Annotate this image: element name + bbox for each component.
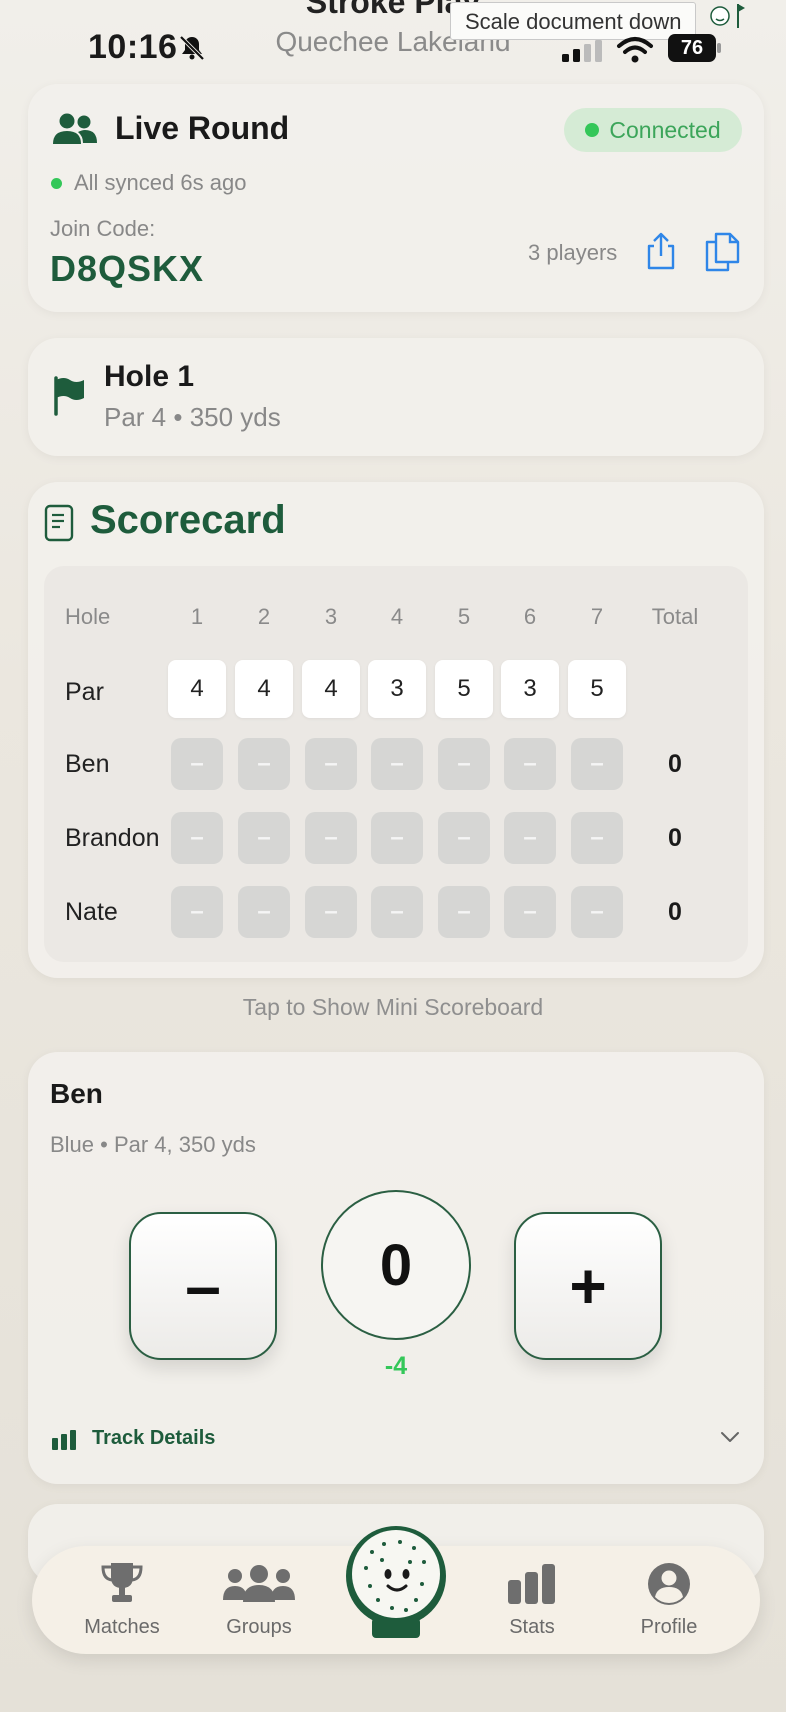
score-cell[interactable]: – [438,812,490,864]
par-cell: 3 [501,660,559,718]
score-cell[interactable]: – [504,886,556,938]
total-column-header: Total [651,604,699,629]
score-to-par: -4 [384,1352,408,1380]
score-cell[interactable]: – [571,886,623,938]
battery-level: 76 [680,37,704,59]
track-details-toggle[interactable]: Track Details [92,1427,215,1450]
live-round-title: Live Round [115,110,290,146]
par-cell: 5 [435,660,493,718]
join-code-label: Join Code: [50,216,156,241]
trophy-icon [101,1563,143,1602]
scorecard-icon [44,504,74,542]
tab-stats-label: Stats [509,1616,555,1638]
minus-label: – [185,1250,221,1322]
tab-groups-label: Groups [226,1616,292,1638]
player-name: Ben [50,1078,103,1109]
score-cell[interactable]: – [305,738,357,790]
hole-number-header: 2 [257,604,271,629]
score-cell[interactable]: – [238,738,290,790]
score-cell[interactable]: – [371,812,423,864]
chevron-down-icon[interactable] [720,1430,740,1444]
scorecard-title: Scorecard [90,498,286,542]
par-cell: 3 [368,660,426,718]
score-cell[interactable]: – [571,738,623,790]
score-cell[interactable]: – [238,886,290,938]
par-cell: 5 [568,660,626,718]
score-cell[interactable]: – [371,738,423,790]
cellular-signal-icon [562,40,602,62]
score-cell[interactable]: – [438,738,490,790]
golf-ball-mascot-icon [346,1526,446,1638]
par-cell: 4 [168,660,226,718]
people-icon [223,1565,295,1602]
tab-matches-label: Matches [84,1616,160,1638]
connection-status-label: Connected [609,116,721,143]
score-cell[interactable]: – [305,886,357,938]
join-code[interactable]: D8QSKX [50,248,204,290]
status-time: 10:16 [88,28,178,66]
player-row-label: Brandon [65,824,160,852]
status-dot-icon [585,123,600,137]
hole-number-header: 3 [324,604,338,629]
par-cell: 4 [235,660,293,718]
copy-icon[interactable] [704,232,740,272]
player-row-label: Ben [65,750,110,778]
bar-chart-icon [52,1430,76,1450]
sync-status-dot-icon [51,178,62,189]
bar-chart-icon [508,1564,555,1604]
home-mascot-button[interactable] [342,1522,450,1640]
hole-column-header: Hole [65,604,111,629]
score-cell[interactable]: – [238,812,290,864]
score-cell[interactable]: – [171,738,223,790]
player-subtitle: Blue • Par 4, 350 yds [50,1132,256,1157]
score-cell[interactable]: – [171,812,223,864]
player-total: 0 [668,750,682,778]
score-cell[interactable]: – [438,886,490,938]
people-icon [53,113,97,144]
hole-subtitle: Par 4 • 350 yds [104,402,281,432]
player-row-label: Nate [65,898,118,926]
hole-number-header: 7 [590,604,604,629]
battery-icon: 76 [668,34,722,62]
increment-score-button[interactable]: + [514,1212,662,1360]
player-total: 0 [668,824,682,852]
hole-number-header: 6 [523,604,537,629]
mini-scoreboard-toggle[interactable]: Tap to Show Mini Scoreboard [0,994,786,1021]
share-icon[interactable] [644,232,678,270]
sync-status-text: All synced 6s ago [74,170,247,195]
hole-number-header: 5 [457,604,471,629]
decrement-score-button[interactable]: – [129,1212,277,1360]
golf-ball-mascot-icon [710,4,745,28]
hole-number-header: 1 [190,604,204,629]
current-score: 0 [321,1190,471,1340]
player-total: 0 [668,898,682,926]
connection-status-badge: Connected [564,108,742,152]
plus-label: + [569,1250,607,1322]
par-cell: 4 [302,660,360,718]
hole-number-header: 4 [390,604,404,629]
score-cell[interactable]: – [305,812,357,864]
players-count: 3 players [528,240,618,265]
profile-icon [648,1563,690,1605]
par-row-label: Par [65,678,104,706]
bell-slash-icon [179,35,205,61]
hole-title: Hole 1 [104,360,195,393]
tab-profile-label: Profile [640,1616,698,1638]
score-cell[interactable]: – [371,886,423,938]
score-cell[interactable]: – [171,886,223,938]
tooltip: Scale document down [450,2,697,40]
hole-info-card[interactable] [28,338,764,456]
score-cell[interactable]: – [504,738,556,790]
score-cell[interactable]: – [571,812,623,864]
flag-icon [54,376,84,416]
score-cell[interactable]: – [504,812,556,864]
wifi-icon [617,37,653,63]
